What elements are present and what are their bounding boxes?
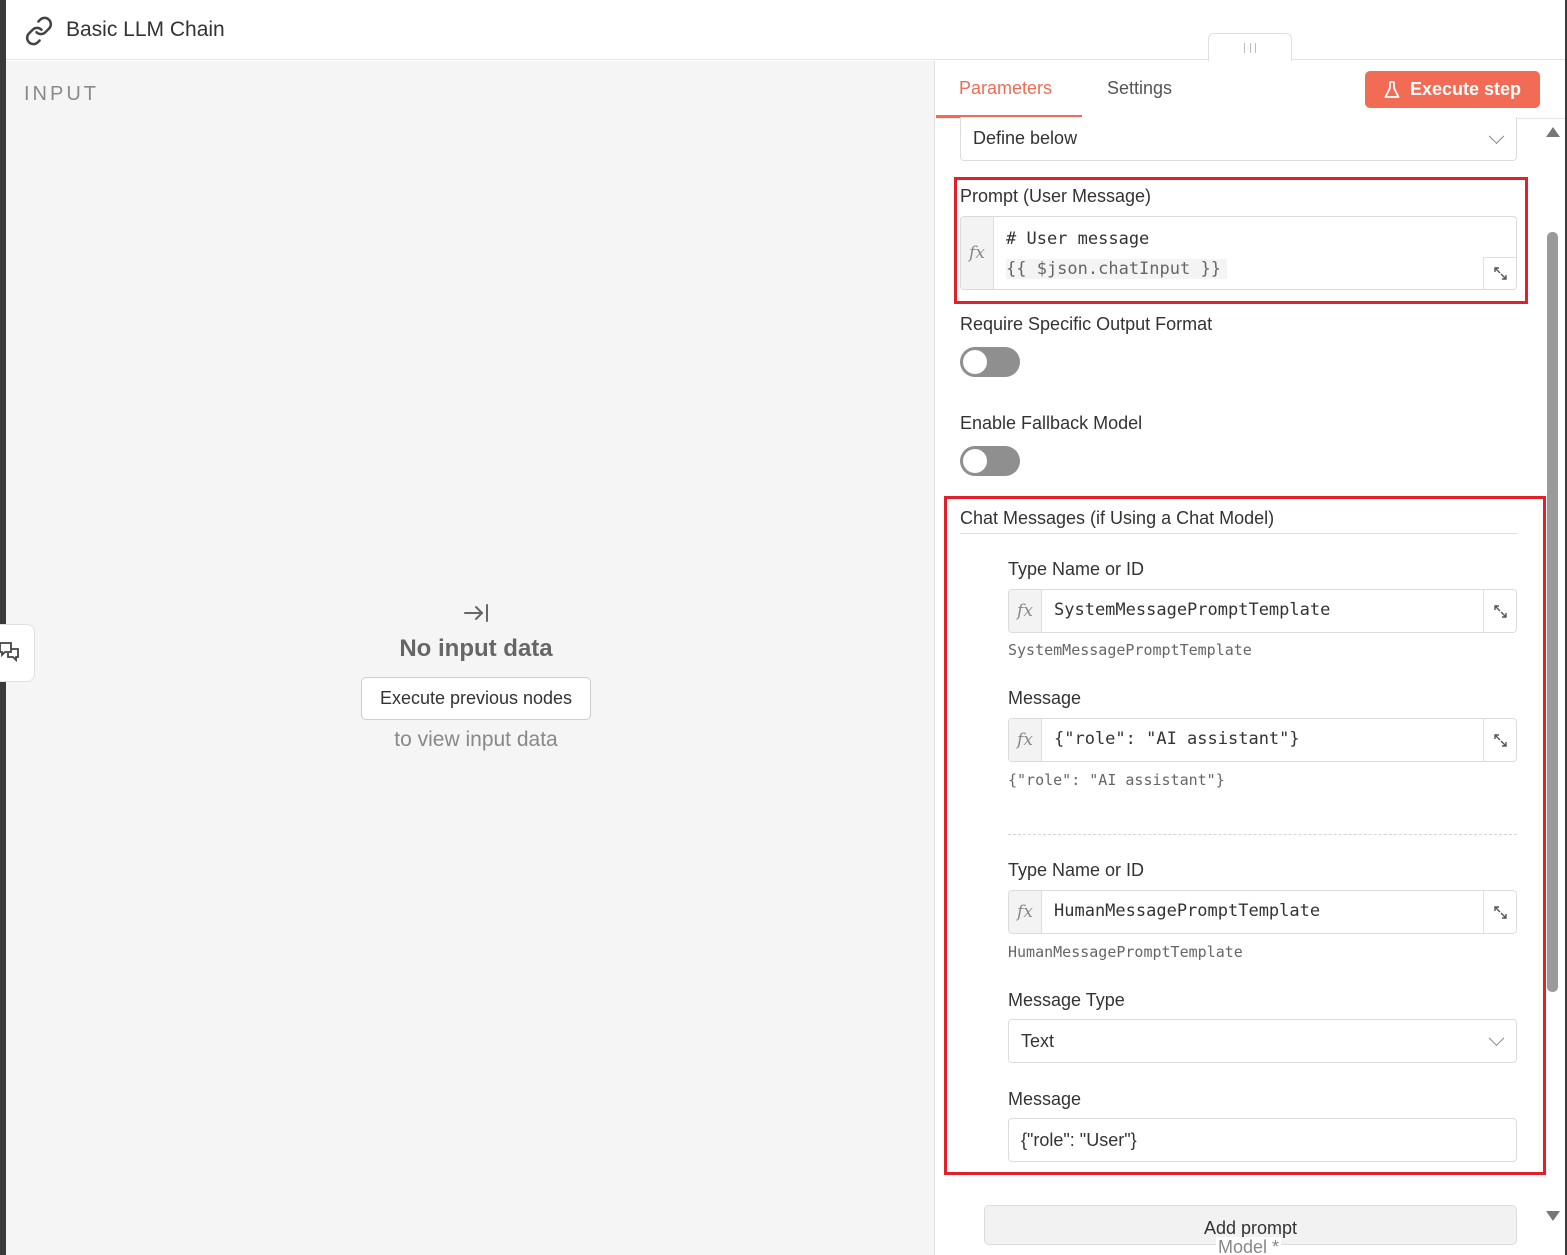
fallback-model-toggle[interactable] xyxy=(960,446,1020,476)
parameters-tabs: Parameters Settings Execute step xyxy=(936,61,1565,119)
panel-drag-handle[interactable] xyxy=(1208,33,1292,61)
empty-state: No input data Execute previous nodes to … xyxy=(341,601,611,752)
no-input-title: No input data xyxy=(399,635,553,662)
arrow-to-line-icon xyxy=(464,604,488,622)
input-panel-label: INPUT xyxy=(24,83,99,105)
input-panel: INPUT No input data Execute previous nod… xyxy=(6,61,935,1255)
chat-toggle-tab[interactable] xyxy=(0,624,35,682)
prompt-source-select[interactable]: Define below xyxy=(960,117,1517,161)
model-label: Model * xyxy=(1216,1237,1282,1255)
highlight-box-prompt xyxy=(954,177,1528,304)
fallback-model-label: Enable Fallback Model xyxy=(960,413,1143,433)
flask-icon xyxy=(1384,80,1400,98)
scroll-down-arrow-icon[interactable] xyxy=(1546,1211,1560,1221)
output-format-label: Require Specific Output Format xyxy=(960,314,1213,334)
node-editor-modal: Basic LLM Chain INPUT No input data Exec… xyxy=(0,0,1567,1255)
chat-icon xyxy=(0,642,19,663)
no-input-hint: to view input data xyxy=(394,728,558,751)
scrollbar-thumb[interactable] xyxy=(1547,232,1558,992)
chevron-down-icon xyxy=(1488,127,1505,144)
modal-header: Basic LLM Chain xyxy=(6,0,1565,60)
prompt-source-value: Define below xyxy=(973,128,1078,148)
execute-previous-nodes-button[interactable]: Execute previous nodes xyxy=(360,677,592,720)
execute-step-label: Execute step xyxy=(1409,79,1522,99)
execute-step-button[interactable]: Execute step xyxy=(1365,71,1540,108)
node-title: Basic LLM Chain xyxy=(66,18,225,41)
scroll-up-arrow-icon[interactable] xyxy=(1546,127,1560,137)
highlight-box-chat-messages xyxy=(944,496,1546,1175)
link-icon xyxy=(25,16,53,46)
tab-settings[interactable]: Settings xyxy=(1107,78,1172,99)
grip-icon xyxy=(1244,42,1256,53)
output-format-toggle[interactable] xyxy=(960,347,1020,377)
tab-parameters[interactable]: Parameters xyxy=(959,78,1052,99)
